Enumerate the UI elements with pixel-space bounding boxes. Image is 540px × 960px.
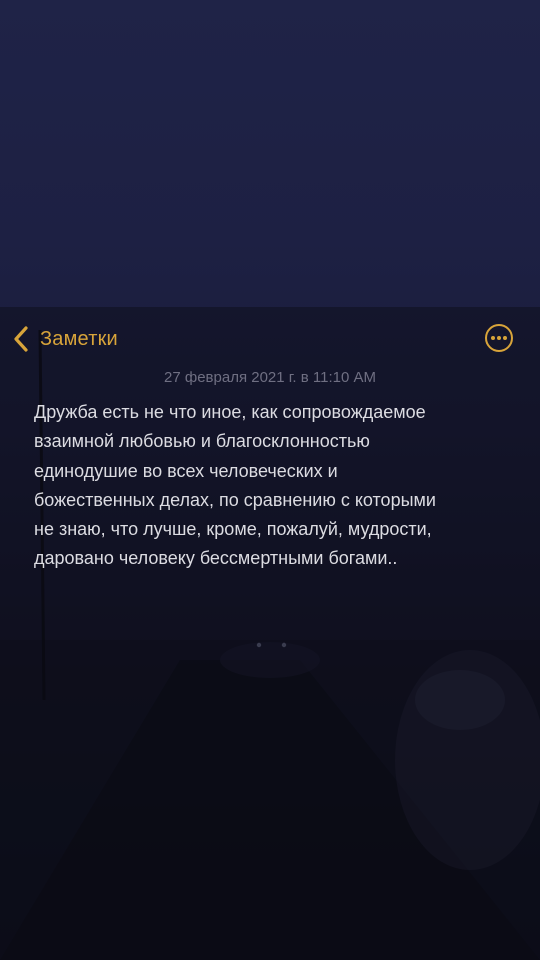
note-line: божественных делах, по сравнению с котор…: [34, 489, 436, 510]
note-line: единодушие во всех человеческих и: [34, 460, 338, 481]
back-button[interactable]: Заметки: [12, 322, 118, 356]
back-button-label: Заметки: [40, 327, 118, 350]
chevron-left-icon: [14, 326, 28, 352]
more-circle-icon: [485, 324, 513, 352]
note-body[interactable]: Дружба есть не что иное, как сопровождае…: [34, 398, 514, 574]
navigation-bar: Заметки: [0, 318, 540, 360]
more-options-button[interactable]: [484, 323, 514, 353]
note-line: Дружба есть не что иное, как сопровождае…: [34, 402, 426, 422]
note-line: взаимной любовью и благосклонностью: [34, 431, 370, 452]
note-line: даровано человеку бессмертными богами..: [34, 548, 398, 569]
note-line: не знаю, что лучше, кроме, пожалуй, мудр…: [34, 519, 432, 540]
note-date: 27 февраля 2021 г. в 11:10 AM: [164, 369, 376, 386]
